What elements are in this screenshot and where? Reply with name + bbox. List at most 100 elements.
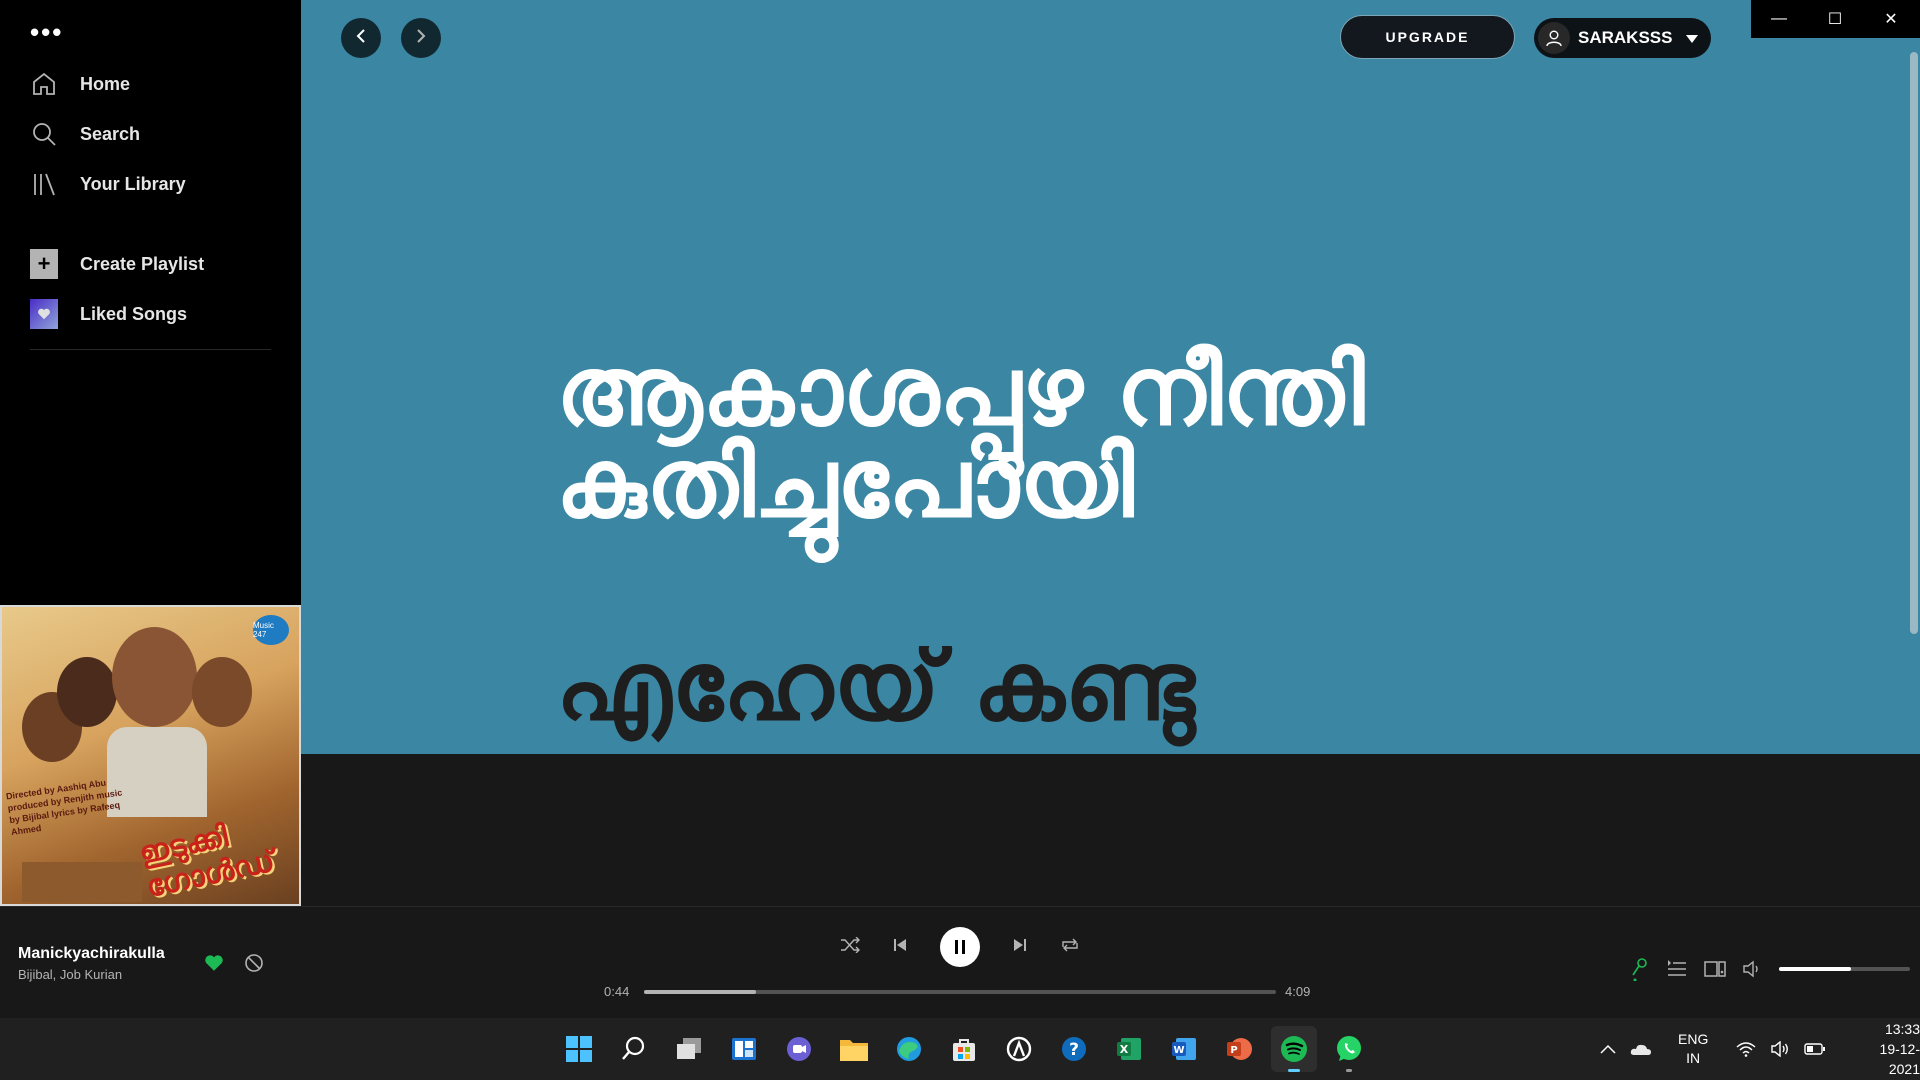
svg-text:?: ? [1069, 1040, 1079, 1060]
cover-building [22, 862, 142, 902]
playback-controls [840, 925, 1080, 969]
cover-logo: Music 247 [253, 615, 289, 645]
extra-controls [1630, 957, 1910, 981]
sidebar-item-library[interactable]: Your Library [30, 166, 280, 202]
clock-time: 13:33 [1884, 1021, 1920, 1037]
file-explorer-icon[interactable] [831, 1026, 877, 1072]
cover-credits: Directed by Aashiq Abu produced by Renji… [5, 777, 123, 838]
next-track-icon[interactable] [1012, 937, 1028, 958]
taskbar-apps: ? X W P [556, 1026, 1381, 1072]
track-title[interactable]: Manickyachirakulla [18, 945, 165, 963]
main-view: ആകാശപ്പുഴ നീന്തി കുതിച്ചുപോയി എഹേയ് കണ്ട… [301, 0, 1920, 906]
progress-fill [644, 990, 756, 994]
library-icon [30, 170, 58, 198]
open-app-indicator [1346, 1069, 1352, 1072]
input-language-indicator[interactable]: ENG IN [1678, 1030, 1708, 1068]
sidebar-divider [30, 349, 271, 350]
windows-taskbar: ? X W P ENG IN 13:33 19-12-2021 [0, 1018, 1920, 1080]
sidebar-item-label: Your Library [80, 173, 186, 194]
create-playlist-button[interactable]: + Create Playlist [30, 246, 280, 282]
volume-fill [1778, 967, 1851, 971]
help-icon[interactable]: ? [1051, 1026, 1097, 1072]
system-tray: ENG IN 13:33 19-12-2021 [1600, 1018, 1920, 1080]
heart-icon [30, 299, 58, 329]
caret-down-icon [1686, 28, 1699, 48]
search-icon[interactable] [611, 1026, 657, 1072]
pause-button[interactable] [940, 927, 980, 967]
connect-device-icon[interactable] [1704, 957, 1726, 981]
svg-text:W: W [1173, 1045, 1184, 1056]
upgrade-button[interactable]: UPGRADE [1340, 15, 1515, 59]
onedrive-cloud-icon[interactable] [1630, 1042, 1652, 1056]
home-icon [30, 70, 58, 98]
powerpoint-icon[interactable]: P [1216, 1026, 1262, 1072]
lyrics-mic-icon[interactable] [1630, 957, 1651, 981]
album-cover-art[interactable]: Music 247 Directed by Aashiq Abu produce… [0, 605, 301, 906]
app-icon[interactable] [996, 1026, 1042, 1072]
battery-icon[interactable] [1804, 1043, 1826, 1055]
spotify-window: ••• Home Search Your Library + Create Pl… [0, 0, 1920, 1018]
sidebar-item-label: Search [80, 123, 141, 144]
windows-start-icon[interactable] [556, 1026, 602, 1072]
svg-text:X: X [1120, 1043, 1129, 1056]
volume-icon[interactable] [1742, 957, 1763, 981]
edge-icon[interactable] [886, 1026, 932, 1072]
track-artist[interactable]: Bijibal, Job Kurian [18, 967, 122, 982]
liked-songs-label: Liked Songs [80, 303, 188, 324]
region-code: IN [1686, 1050, 1701, 1066]
repeat-icon[interactable] [1060, 937, 1080, 958]
sidebar-item-search[interactable]: Search [30, 116, 280, 152]
widgets-icon[interactable] [721, 1026, 767, 1072]
scrollbar[interactable] [1910, 52, 1918, 634]
close-button[interactable]: ✕ [1863, 0, 1919, 38]
total-duration: 4:09 [1285, 984, 1311, 999]
chevron-up-icon[interactable] [1600, 1044, 1616, 1054]
sidebar-item-home[interactable]: Home [30, 66, 280, 102]
minimize-button[interactable]: — [1751, 0, 1807, 38]
previous-track-icon[interactable] [892, 937, 908, 958]
block-icon[interactable] [244, 953, 264, 978]
elapsed-time: 0:44 [604, 984, 630, 999]
task-view-icon[interactable] [666, 1026, 712, 1072]
user-menu-button[interactable]: SARAKSSS [1534, 18, 1711, 58]
cover-title-art: ഇടുക്കി ഗോൾഡ് [136, 819, 278, 904]
liked-songs-button[interactable]: Liked Songs [30, 296, 280, 332]
cover-face [57, 657, 117, 727]
svg-text:P: P [1230, 1045, 1237, 1056]
lyric-current-line[interactable]: ആകാശപ്പുഴ നീന്തി [556, 343, 1365, 439]
forward-button[interactable] [401, 18, 441, 58]
back-button[interactable] [341, 18, 381, 58]
lyric-next-line[interactable]: മേഘങ്ങളെ [556, 730, 1068, 754]
like-heart-icon[interactable] [204, 954, 224, 977]
player-bar: Manickyachirakulla Bijibal, Job Kurian 0… [0, 906, 1920, 1018]
excel-icon[interactable]: X [1106, 1026, 1152, 1072]
volume-slider[interactable] [1778, 967, 1910, 971]
avatar-icon [1538, 22, 1570, 54]
word-icon[interactable]: W [1161, 1026, 1207, 1072]
clock-date: 19-12-2021 [1879, 1041, 1920, 1077]
spotify-icon[interactable] [1271, 1026, 1317, 1072]
chevron-left-icon [353, 28, 369, 49]
create-playlist-label: Create Playlist [80, 253, 205, 274]
lyric-next-line[interactable]: എഹേയ് കണ്ടു [556, 638, 1195, 734]
whatsapp-icon[interactable] [1326, 1026, 1372, 1072]
cover-face [192, 657, 252, 727]
window-controls: — ☐ ✕ [1751, 0, 1920, 38]
search-icon [30, 120, 58, 148]
menu-dots-button[interactable]: ••• [30, 19, 63, 45]
progress-bar[interactable] [644, 990, 1276, 994]
wifi-icon[interactable] [1736, 1041, 1756, 1057]
lyric-current-line[interactable]: കുതിച്ചുപോയി [556, 435, 1134, 531]
cover-face [112, 627, 197, 727]
plus-icon: + [30, 249, 58, 279]
teams-chat-icon[interactable] [776, 1026, 822, 1072]
speaker-icon[interactable] [1770, 1041, 1790, 1057]
shuffle-icon[interactable] [840, 936, 860, 958]
taskbar-clock[interactable]: 13:33 19-12-2021 [1854, 1019, 1920, 1079]
lyrics-panel: ആകാശപ്പുഴ നീന്തി കുതിച്ചുപോയി എഹേയ് കണ്ട… [301, 0, 1920, 754]
maximize-button[interactable]: ☐ [1807, 0, 1863, 38]
sidebar-item-label: Home [80, 73, 131, 94]
language-code: ENG [1678, 1031, 1709, 1047]
queue-icon[interactable] [1667, 957, 1688, 981]
store-icon[interactable] [941, 1026, 987, 1072]
